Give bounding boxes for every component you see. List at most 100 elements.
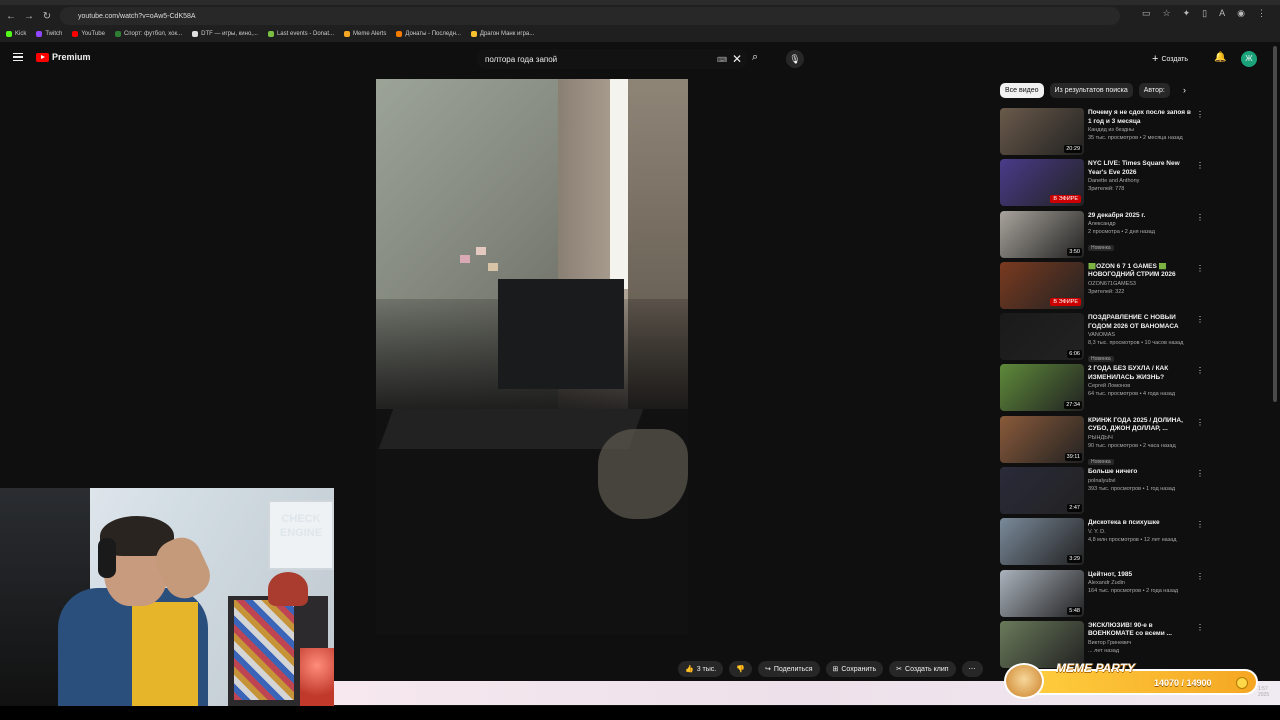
video-thumbnail[interactable]: 3:29 [1000, 518, 1084, 566]
bookmark-item[interactable]: Last events - Donat... [267, 31, 334, 37]
video-title[interactable]: NYC LIVE: Times Square New Year's Eve 20… [1088, 160, 1196, 177]
search-icon[interactable]: ⌕ [752, 51, 768, 67]
filter-chip[interactable]: Автор: [1138, 83, 1170, 98]
more-options-icon[interactable]: ⋮ [1196, 520, 1204, 529]
chevron-right-icon[interactable]: › [1183, 85, 1186, 95]
video-title[interactable]: Дискотека в психушке [1088, 519, 1196, 528]
channel-name[interactable]: Alexandr Zudin [1088, 579, 1196, 587]
dislike-button[interactable]: 👎 [729, 661, 752, 677]
video-title[interactable]: Больше ничего [1088, 468, 1196, 477]
video-title[interactable]: Почему я не сдох после запоя в 1 год и 3… [1088, 109, 1196, 126]
recommendation-item[interactable]: В ЭФИРЕ 🟩OZON 6 7 1 GAMES 🟩 НОВОГОДНИЙ СТ… [1000, 261, 1205, 313]
notifications-bell-icon[interactable]: 🔔 [1214, 52, 1226, 63]
channel-name[interactable]: РЫНДЫЧ [1088, 434, 1196, 442]
channel-name[interactable]: polnalyubvi [1088, 477, 1196, 485]
like-button[interactable]: 👍 3 тыс. [678, 661, 724, 677]
recommendation-item[interactable]: 3:29 Дискотека в психушке V. Y. D. 4,8 млн … [1000, 518, 1205, 569]
webcam-figurine [268, 572, 308, 606]
channel-name[interactable]: Danette and Anthony [1088, 177, 1196, 185]
recommendation-item[interactable]: 20:29 Почему я не сдох после запоя в 1 го… [1000, 108, 1205, 159]
search-input[interactable]: полтора года запой [476, 49, 748, 69]
more-options-icon[interactable]: ⋮ [1196, 264, 1204, 273]
bookmark-item[interactable]: DTF — игры, кино,... [192, 31, 258, 37]
recommendation-item[interactable]: 2:47 Больше ничего polnalyubvi 393 тыс. про… [1000, 467, 1205, 518]
back-icon[interactable]: ← [2, 7, 20, 25]
channel-name[interactable]: Сергей Ломонов [1088, 382, 1196, 390]
save-button[interactable]: ⊞ Сохранить [825, 661, 884, 677]
video-thumbnail[interactable]: В ЭФИРЕ [1000, 159, 1084, 207]
recommendation-item[interactable]: В ЭФИРЕ NYC LIVE: Times Square New Year's… [1000, 159, 1205, 210]
channel-name[interactable]: Кандид из бездны [1088, 126, 1196, 134]
recommendation-item[interactable]: 5:48 Цейтнот, 1985 Alexandr Zudin 164 тыс. … [1000, 569, 1205, 621]
cast-icon[interactable]: ▭ [1142, 8, 1151, 19]
clear-search-icon[interactable]: ✕ [732, 52, 742, 66]
channel-name[interactable]: Виктор Гриневич [1088, 639, 1196, 647]
recommendation-item[interactable]: 27:34 2 ГОДА БЕЗ БУХЛА / КАК ИЗМЕНИЛАСЬ Ж… [1000, 364, 1205, 415]
avatar[interactable]: Ж [1241, 51, 1257, 67]
bookmark-star-icon[interactable]: ☆ [1163, 8, 1171, 19]
clip-button[interactable]: ✂ Создать клип [889, 661, 956, 677]
video-thumbnail[interactable]: 39:11 [1000, 415, 1084, 463]
video-title[interactable]: ЭКСКЛЮЗИВ! 90-е в ВОЕНКОМАТЕ со всеми ..… [1088, 622, 1196, 639]
more-options-icon[interactable]: ⋮ [1196, 572, 1204, 581]
tab-strip[interactable] [0, 0, 1280, 5]
video-player[interactable] [376, 79, 688, 635]
translate-icon[interactable]: A [1219, 8, 1225, 19]
video-thumbnail[interactable]: 20:29 [1000, 108, 1084, 155]
more-options-icon[interactable]: ⋮ [1196, 366, 1204, 375]
bookmark-item[interactable]: Kick [6, 31, 26, 37]
share-button[interactable]: ↪ Поделиться [757, 661, 820, 677]
more-actions-button[interactable]: ⋯ [961, 661, 983, 677]
extensions-icon[interactable]: ✦ [1183, 8, 1191, 19]
bookmark-item[interactable]: Meme Alerts [344, 31, 386, 37]
scrollbar[interactable] [1273, 46, 1277, 402]
channel-name[interactable]: VANOMAS [1088, 331, 1196, 339]
create-button[interactable]: + Создать [1152, 51, 1188, 67]
bookmark-item[interactable]: Twitch [36, 31, 62, 37]
menu-icon[interactable]: ⋮ [1257, 8, 1266, 19]
more-options-icon[interactable]: ⋮ [1196, 418, 1204, 427]
recommendation-item[interactable]: 6:06 ПОЗДРАВЛЕНИЕ С НОВЫЙ ГОДОМ 2026 ОТ В… [1000, 313, 1205, 364]
more-options-icon[interactable]: ⋮ [1196, 623, 1204, 632]
recommendation-item[interactable]: 3:50 29 декабря 2025 г. Александр 2 просмот… [1000, 210, 1205, 262]
more-options-icon[interactable]: ⋮ [1196, 315, 1204, 324]
video-thumbnail[interactable]: 6:06 [1000, 313, 1084, 361]
bookmark-item[interactable]: Драгон Манк игра... [470, 31, 534, 37]
hamburger-menu-icon[interactable] [13, 53, 23, 61]
video-thumbnail[interactable]: В ЭФИРЕ [1000, 261, 1084, 309]
more-options-icon[interactable]: ⋮ [1196, 161, 1204, 170]
bookmark-item[interactable]: Спорт: футбол, хок... [114, 31, 182, 37]
video-title[interactable]: КРИНЖ ГОДА 2025 / ДОЛИНА, СУБО, ДЖОН ДОЛ… [1088, 417, 1196, 434]
video-thumbnail[interactable]: 27:34 [1000, 364, 1084, 412]
video-title[interactable]: 2 ГОДА БЕЗ БУХЛА / КАК ИЗМЕНИЛАСЬ ЖИЗНЬ? [1088, 365, 1196, 382]
channel-name[interactable]: V. Y. D. [1088, 528, 1196, 536]
filter-chip[interactable]: Все видео [1000, 83, 1044, 98]
bookmark-item[interactable]: Донаты - Последн... [396, 31, 461, 37]
video-thumbnail[interactable]: 2:47 [1000, 467, 1084, 515]
video-title[interactable]: ПОЗДРАВЛЕНИЕ С НОВЫЙ ГОДОМ 2026 ОТ ВАНОМ… [1088, 314, 1196, 331]
video-title[interactable]: Цейтнот, 1985 [1088, 571, 1196, 580]
channel-name[interactable]: OZON671GAMES3 [1088, 280, 1196, 288]
video-frame-desk [378, 409, 644, 449]
profile-icon[interactable]: ◉ [1237, 8, 1245, 19]
more-options-icon[interactable]: ⋮ [1196, 469, 1204, 478]
video-title[interactable]: 🟩OZON 6 7 1 GAMES 🟩 НОВОГОДНИЙ СТРИМ 202… [1088, 263, 1196, 280]
reload-icon[interactable]: ↻ [38, 7, 56, 25]
bookmark-item[interactable]: YouTube [72, 31, 105, 37]
filter-chip[interactable]: Из результатов поиска [1049, 83, 1133, 98]
more-options-icon[interactable]: ⋮ [1196, 213, 1204, 222]
recommendation-item[interactable]: 39:11 КРИНЖ ГОДА 2025 / ДОЛИНА, СУБО, ДЖО… [1000, 415, 1205, 467]
microphone-icon[interactable]: 🎙 [786, 50, 804, 68]
youtube-logo[interactable]: Premium [36, 52, 91, 62]
more-options-icon[interactable]: ⋮ [1196, 110, 1204, 119]
video-duration: 20:29 [1064, 145, 1082, 153]
channel-name[interactable]: Александр [1088, 220, 1196, 228]
video-title[interactable]: 29 декабря 2025 г. [1088, 212, 1196, 221]
video-frame-cloth [598, 429, 688, 519]
forward-icon[interactable]: → [20, 7, 38, 25]
keyboard-icon[interactable]: ⌨ [717, 56, 727, 64]
address-bar[interactable]: youtube.com/watch?v=oAw5-CdK58A [60, 7, 1120, 25]
video-thumbnail[interactable]: 3:50 [1000, 210, 1084, 258]
sidebar-icon[interactable]: ▯ [1202, 8, 1207, 19]
video-thumbnail[interactable]: 5:48 [1000, 569, 1084, 617]
